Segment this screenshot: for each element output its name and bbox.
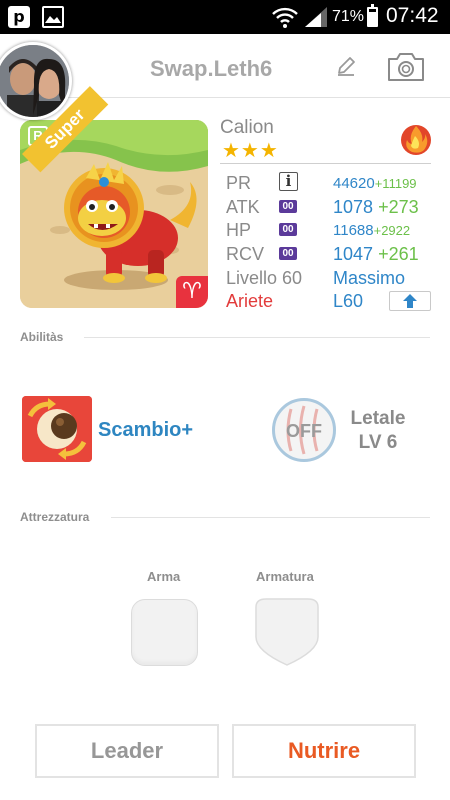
gallery-notification-icon	[42, 6, 64, 28]
skill-icon[interactable]	[22, 396, 92, 462]
armor-label: Armatura	[256, 569, 314, 584]
camera-icon	[388, 53, 424, 81]
avatar[interactable]	[0, 42, 72, 120]
ability-toggle[interactable]: OFF	[272, 398, 336, 462]
hp-value: 11688+2922	[333, 222, 411, 239]
passive-skill-level: LV 6	[358, 432, 398, 453]
rcv-value: 1047 +261	[333, 244, 419, 264]
pencil-icon	[338, 57, 355, 76]
toggle-off-label: OFF	[286, 421, 322, 441]
hp-bonus: +2922	[373, 223, 411, 238]
swap-skill-icon	[22, 396, 92, 462]
zodiac-badge-icon: ♈	[176, 276, 208, 308]
status-bar: p 71% 07:42	[0, 0, 450, 34]
username: Swap.Leth6	[150, 56, 273, 81]
atk-plus-badge: 00	[279, 200, 297, 213]
battery-percent: 71%	[332, 8, 365, 25]
signal-icon	[305, 7, 327, 27]
edit-button[interactable]	[334, 54, 358, 78]
app-notification-icon: p	[8, 6, 30, 28]
pr-bonus: +11199	[374, 176, 417, 191]
hp-label: HP	[226, 220, 252, 240]
monster-name: Calion	[220, 117, 274, 138]
divider	[111, 517, 430, 518]
zodiac-name: Ariete	[226, 291, 274, 311]
armor-slot[interactable]	[254, 597, 320, 667]
abilities-title: Abilitàs	[20, 330, 64, 344]
atk-value: 1078 +273	[333, 197, 419, 217]
divider	[220, 163, 431, 164]
level-code: L60	[333, 291, 364, 311]
feed-button[interactable]: Nutrire	[232, 724, 416, 778]
fire-element-icon	[401, 125, 431, 155]
level-up-button[interactable]	[389, 291, 431, 311]
camera-button[interactable]	[386, 52, 426, 82]
leader-button[interactable]: Leader	[35, 724, 219, 778]
clock: 07:42	[386, 4, 439, 27]
arrow-up-icon	[403, 294, 417, 308]
atk-bonus: +273	[378, 197, 419, 217]
level-value: Massimo	[333, 268, 406, 288]
equipment-title: Attrezzatura	[20, 510, 90, 524]
wifi-icon	[272, 7, 298, 28]
rcv-plus-badge: 00	[279, 247, 297, 260]
monster-detail-screen: p 71% 07:42 Swap.Leth6 R Super ♈ Calion …	[0, 0, 450, 800]
star-rating: ★★★	[222, 138, 279, 162]
info-button[interactable]: i	[279, 172, 298, 191]
pr-value: 44620+11199	[333, 175, 417, 192]
rcv-label: RCV	[226, 244, 265, 264]
skill-name[interactable]: Scambio+	[98, 419, 193, 442]
profile-header: Swap.Leth6	[0, 34, 450, 120]
shield-slot-icon	[255, 598, 319, 666]
rcv-bonus: +261	[378, 244, 419, 264]
level-label: Livello 60	[226, 268, 303, 288]
passive-skill: Letale LV 6	[340, 407, 416, 455]
pr-label: PR	[226, 173, 252, 193]
divider	[84, 337, 430, 338]
passive-skill-name: Letale	[350, 408, 406, 429]
hp-plus-badge: 00	[279, 223, 297, 236]
battery-icon	[367, 4, 378, 27]
weapon-slot[interactable]	[131, 599, 198, 666]
weapon-label: Arma	[147, 569, 181, 584]
atk-label: ATK	[226, 197, 260, 217]
